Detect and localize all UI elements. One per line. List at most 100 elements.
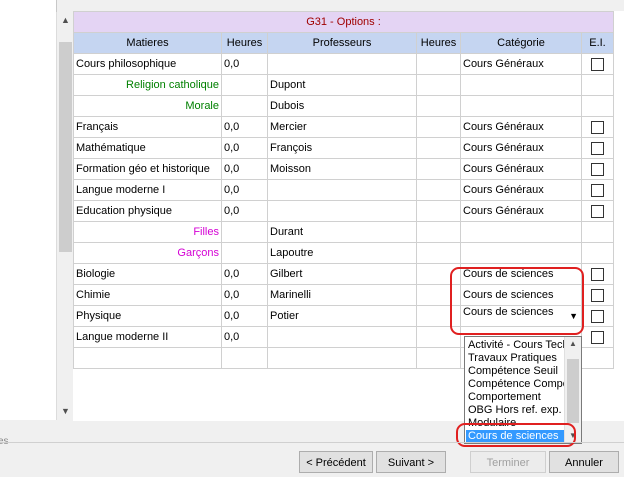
ei-checkbox[interactable]	[591, 57, 604, 71]
heures-cell[interactable]: 0,0	[221, 179, 268, 201]
professeur-cell[interactable]	[267, 200, 417, 222]
categorie-cell[interactable]: Cours Généraux	[460, 200, 582, 222]
heures-cell[interactable]: 0,0	[221, 137, 268, 159]
heures2-cell[interactable]	[416, 158, 461, 180]
categorie-cell[interactable]: Cours Généraux	[460, 179, 582, 201]
ei-checkbox[interactable]	[591, 162, 604, 176]
heures2-cell[interactable]	[416, 284, 461, 306]
professeur-cell[interactable]: Dubois	[267, 95, 417, 117]
heures2-cell[interactable]	[416, 53, 461, 75]
categorie-cell[interactable]: Cours Généraux	[460, 158, 582, 180]
matiere-cell[interactable]: Education physique	[73, 200, 222, 222]
matiere-cell[interactable]: Physique	[73, 305, 222, 327]
ei-checkbox[interactable]	[591, 204, 604, 218]
grid-vertical-scrollbar[interactable]: ▲ ▼	[56, 12, 74, 420]
ei-checkbox[interactable]	[591, 267, 604, 281]
scroll-down-icon[interactable]: ▼	[57, 403, 74, 420]
dropdown-scrollbar[interactable]: ▲ ▼	[564, 337, 581, 443]
heures2-cell[interactable]	[416, 263, 461, 285]
heures-cell[interactable]: 0,0	[221, 158, 268, 180]
heures2-cell[interactable]	[416, 116, 461, 138]
matiere-cell[interactable]: Filles	[73, 221, 222, 243]
ei-checkbox[interactable]	[591, 120, 604, 134]
dropdown-option[interactable]: Modulaire	[466, 417, 564, 430]
heures2-cell[interactable]	[416, 179, 461, 201]
heures-cell[interactable]	[221, 95, 268, 117]
categorie-cell[interactable]: Cours Généraux	[460, 53, 582, 75]
heures2-cell[interactable]	[416, 326, 461, 348]
ei-checkbox[interactable]	[591, 309, 604, 323]
chevron-down-icon[interactable]: ▼	[569, 307, 578, 326]
professeur-cell[interactable]: Dupont	[267, 74, 417, 96]
dropdown-option[interactable]: Compétence Compo	[466, 378, 564, 391]
matiere-cell[interactable]: Religion catholique	[73, 74, 222, 96]
dropdown-option[interactable]: Activité - Cours Tech	[466, 339, 564, 352]
heures2-cell[interactable]	[416, 74, 461, 96]
heures-cell[interactable]	[221, 242, 268, 264]
professeur-cell[interactable]: Lapoutre	[267, 242, 417, 264]
heures2-cell[interactable]	[416, 305, 461, 327]
professeur-cell[interactable]: Durant	[267, 221, 417, 243]
heures-cell[interactable]	[221, 74, 268, 96]
dropdown-option[interactable]: Travaux Pratiques	[466, 352, 564, 365]
heures-cell[interactable]: 0,0	[221, 53, 268, 75]
heures-cell[interactable]: 0,0	[221, 200, 268, 222]
heures-cell[interactable]: 0,0	[221, 263, 268, 285]
ei-checkbox[interactable]	[591, 141, 604, 155]
heures2-cell[interactable]	[416, 137, 461, 159]
heures2-cell[interactable]	[416, 95, 461, 117]
professeur-cell[interactable]: Mercier	[267, 116, 417, 138]
matiere-cell[interactable]: Chimie	[73, 284, 222, 306]
categorie-dropdown[interactable]: ▼ Cours de sciences	[460, 305, 582, 327]
heures2-cell[interactable]	[416, 347, 461, 369]
scroll-up-icon[interactable]: ▲	[57, 12, 74, 29]
matiere-cell[interactable]: Morale	[73, 95, 222, 117]
heures-cell[interactable]	[221, 347, 268, 369]
previous-button[interactable]: < Précédent	[299, 451, 373, 473]
heures2-cell[interactable]	[416, 200, 461, 222]
dropdown-option[interactable]: OBG Hors ref. exp.	[466, 404, 564, 417]
categorie-cell[interactable]	[460, 242, 582, 264]
dropdown-option[interactable]: Comportement	[466, 391, 564, 404]
professeur-cell[interactable]: François	[267, 137, 417, 159]
matiere-cell[interactable]: Cours philosophique	[73, 53, 222, 75]
professeur-cell[interactable]	[267, 347, 417, 369]
next-button[interactable]: Suivant >	[376, 451, 446, 473]
matiere-cell[interactable]: Formation géo et historique	[73, 158, 222, 180]
matiere-cell[interactable]: Français	[73, 116, 222, 138]
dropdown-scroll-thumb[interactable]	[567, 359, 579, 423]
categorie-cell[interactable]: Cours Généraux	[460, 116, 582, 138]
professeur-cell[interactable]: Moisson	[267, 158, 417, 180]
professeur-cell[interactable]: Gilbert	[267, 263, 417, 285]
categorie-cell[interactable]: Cours Généraux	[460, 137, 582, 159]
categorie-cell[interactable]: Cours de sciences	[460, 263, 582, 285]
heures2-cell[interactable]	[416, 221, 461, 243]
categorie-cell[interactable]: Cours de sciences	[460, 284, 582, 306]
category-dropdown-list[interactable]: Activité - Cours Tech Travaux Pratiques Co…	[464, 336, 582, 444]
professeur-cell[interactable]	[267, 179, 417, 201]
categorie-cell[interactable]	[460, 74, 582, 96]
categorie-cell[interactable]	[460, 221, 582, 243]
matiere-cell[interactable]: Langue moderne I	[73, 179, 222, 201]
heures2-cell[interactable]	[416, 242, 461, 264]
ei-checkbox[interactable]	[591, 330, 604, 344]
professeur-cell[interactable]	[267, 53, 417, 75]
ei-checkbox[interactable]	[591, 288, 604, 302]
dropdown-scroll-down-icon[interactable]: ▼	[565, 429, 581, 443]
matiere-cell[interactable]: Garçons	[73, 242, 222, 264]
professeur-cell[interactable]: Potier	[267, 305, 417, 327]
matiere-cell[interactable]: Biologie	[73, 263, 222, 285]
ei-checkbox[interactable]	[591, 183, 604, 197]
heures-cell[interactable]: 0,0	[221, 326, 268, 348]
matiere-cell[interactable]	[73, 347, 222, 369]
heures-cell[interactable]: 0,0	[221, 116, 268, 138]
heures-cell[interactable]: 0,0	[221, 284, 268, 306]
professeur-cell[interactable]: Marinelli	[267, 284, 417, 306]
professeur-cell[interactable]	[267, 326, 417, 348]
matiere-cell[interactable]: Mathématique	[73, 137, 222, 159]
matiere-cell[interactable]: Langue moderne II	[73, 326, 222, 348]
finish-button[interactable]: Terminer	[470, 451, 546, 473]
heures-cell[interactable]	[221, 221, 268, 243]
scroll-thumb[interactable]	[59, 42, 72, 252]
heures-cell[interactable]: 0,0	[221, 305, 268, 327]
